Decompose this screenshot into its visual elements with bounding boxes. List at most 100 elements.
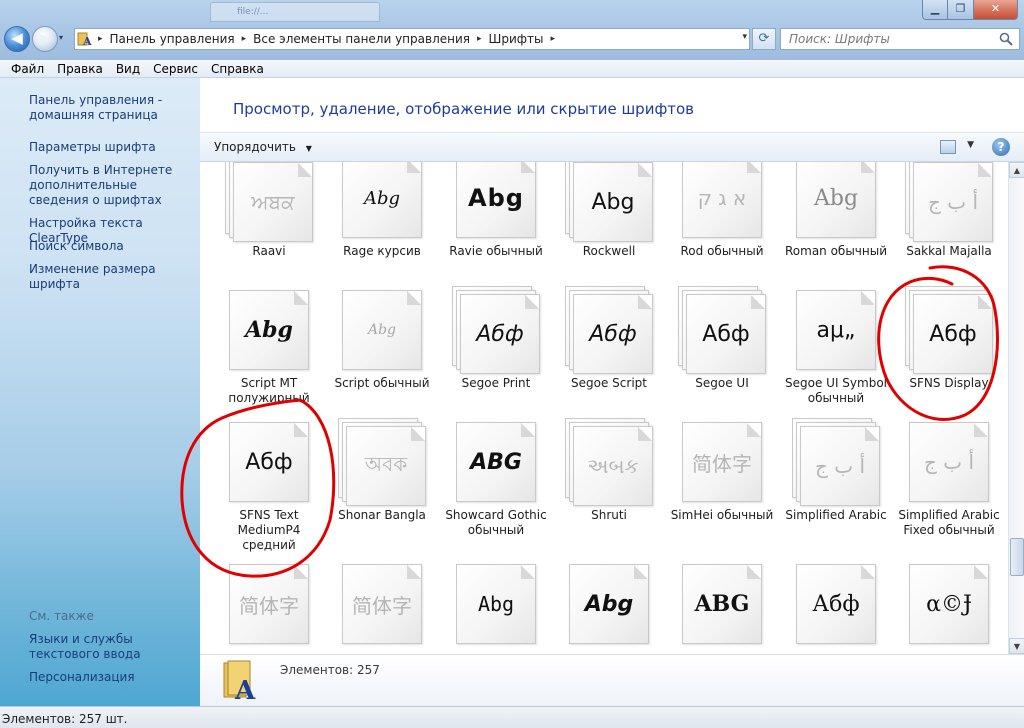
breadcrumb-control-panel[interactable]: Панель управления — [106, 32, 239, 46]
font-file-page: Abg — [342, 290, 422, 370]
font-item[interactable]: Абф Segoe Print — [441, 282, 551, 391]
font-item[interactable]: 简体字 SimHei обычный — [667, 414, 777, 523]
see-also-text-services[interactable]: Языки и службы текстового ввода — [29, 632, 195, 662]
font-item[interactable]: Abg Roman обычный — [781, 162, 891, 259]
font-item[interactable]: Abg Ravie обычный — [441, 162, 551, 259]
font-file-page: א ג ק — [682, 162, 762, 238]
address-history-dropdown[interactable]: ▾ — [742, 32, 747, 42]
font-sample-glyph: Абф — [812, 591, 860, 617]
font-sample-glyph: ABG — [694, 591, 750, 617]
font-name-label: Segoe UI Symbol обычный — [785, 376, 887, 405]
close-button[interactable]: ✕ — [974, 0, 1018, 20]
font-item[interactable]: Abg Rockwell — [554, 162, 664, 259]
task-control-panel-home[interactable]: Панель управления - домашняя страница — [29, 93, 195, 123]
maximize-button[interactable]: ❐ — [948, 0, 974, 20]
search-input[interactable]: Поиск: Шрифты — [780, 28, 1020, 50]
font-sample-glyph: 简体字 — [692, 451, 752, 476]
font-item[interactable]: 简体字 — [327, 556, 437, 650]
task-font-settings[interactable]: Параметры шрифта — [29, 140, 195, 155]
organize-button[interactable]: Упорядочить ▼ — [214, 140, 312, 154]
font-file-page: Abg — [569, 564, 649, 644]
scroll-up-arrow[interactable]: ▲ — [1009, 162, 1024, 178]
address-separator[interactable]: ▸ — [95, 34, 106, 44]
font-file-page: Абф — [229, 422, 309, 502]
font-item[interactable]: Абф Segoe UI — [667, 282, 777, 391]
font-item[interactable]: અબક Shruti — [554, 414, 664, 523]
refresh-button[interactable]: ⟳ — [752, 28, 776, 50]
font-item[interactable]: Абф Segoe Script — [554, 282, 664, 391]
font-item[interactable]: Абф SFNS Display — [894, 282, 1004, 391]
font-item[interactable]: Abg — [554, 556, 664, 650]
address-bar[interactable]: A ▸ Панель управления ▸ Все элементы пан… — [74, 28, 750, 50]
scroll-down-arrow[interactable]: ▼ — [1009, 638, 1024, 654]
font-name-label: Rage курсив — [343, 244, 421, 258]
menu-view[interactable]: Вид — [111, 62, 145, 76]
font-item[interactable]: Abg Script обычный — [327, 282, 437, 391]
change-view-button[interactable] — [940, 140, 956, 154]
breadcrumb-all-items[interactable]: Все элементы панели управления — [249, 32, 474, 46]
font-item[interactable]: ਅਬਕ Raavi — [214, 162, 324, 259]
font-item[interactable]: Abg Script MT полужирный — [214, 282, 324, 406]
font-item[interactable]: أ ب ج Simplified Arabic Fixed обычный — [894, 414, 1004, 538]
font-preview-icon: Abg — [221, 282, 317, 378]
font-preview-icon: Abg — [334, 162, 430, 246]
forward-button[interactable]: ▶ — [32, 26, 58, 52]
font-name-label: Segoe Print — [461, 376, 531, 390]
address-separator[interactable]: ▸ — [239, 34, 250, 44]
font-sample-glyph: অবক — [364, 451, 408, 476]
font-item[interactable]: অবক Shonar Bangla — [327, 414, 437, 523]
font-item[interactable]: α©Ɉ — [894, 556, 1004, 650]
font-sample-glyph: ਅਬਕ — [251, 190, 295, 214]
font-item[interactable]: أ ب ج Sakkal Majalla — [894, 162, 1004, 259]
menu-help[interactable]: Справка — [206, 62, 269, 76]
font-file-page: Abg — [796, 162, 876, 238]
task-find-character[interactable]: Поиск символа — [29, 239, 195, 254]
font-name-label: Segoe Script — [571, 376, 647, 390]
item-count: Элементов: 257 — [280, 663, 380, 677]
font-item[interactable]: ABG Showcard Gothic обычный — [441, 414, 551, 538]
font-item[interactable]: 简体字 — [214, 556, 324, 650]
font-file-page: ABG — [456, 422, 536, 502]
address-separator[interactable]: ▸ — [474, 34, 485, 44]
font-name-label: SFNS Text MediumP4 средний — [237, 508, 301, 552]
font-name-label: Simplified Arabic — [785, 508, 887, 522]
search-icon[interactable] — [999, 32, 1013, 46]
font-item[interactable]: Abg — [441, 556, 551, 650]
font-preview-icon: Abg — [561, 556, 657, 652]
address-separator[interactable]: ▸ — [548, 34, 559, 44]
scroll-thumb[interactable] — [1010, 538, 1024, 576]
font-file-page: ਅਬਕ — [233, 162, 313, 242]
font-item[interactable]: أ ب ج Simplified Arabic — [781, 414, 891, 523]
font-name-label: Simplified Arabic Fixed обычный — [898, 508, 1000, 537]
menu-edit[interactable]: Правка — [52, 62, 108, 76]
font-item[interactable]: א ג ק Rod обычный — [667, 162, 777, 259]
breadcrumb-fonts[interactable]: Шрифты — [485, 32, 548, 46]
see-also-personalization[interactable]: Персонализация — [29, 670, 195, 685]
details-pane: A Элементов: 257 — [200, 654, 1024, 706]
menu-tools[interactable]: Сервис — [148, 62, 203, 76]
task-change-font-size[interactable]: Изменение размера шрифта — [29, 262, 195, 292]
font-item[interactable]: ABG — [667, 556, 777, 650]
font-sample-glyph: Абф — [476, 321, 524, 347]
font-sample-glyph: Abg — [245, 317, 293, 343]
task-get-more-fonts-online[interactable]: Получить в Интернете дополнительные свед… — [29, 163, 195, 208]
font-preview-icon: Абф — [448, 282, 544, 378]
font-file-page: Abg — [456, 564, 536, 644]
minimize-button[interactable]: ▁ — [922, 0, 948, 20]
font-sample-glyph: α©Ɉ — [926, 591, 972, 617]
font-item[interactable]: Abg Rage курсив — [327, 162, 437, 259]
help-button[interactable]: ? — [992, 138, 1010, 156]
view-options-dropdown[interactable]: ▼ — [967, 140, 974, 150]
back-button[interactable]: ◀ — [4, 26, 30, 52]
font-item[interactable]: Абф — [781, 556, 891, 650]
font-item[interactable]: Абф SFNS Text MediumP4 средний — [214, 414, 324, 553]
search-placeholder: Поиск: Шрифты — [789, 32, 890, 46]
font-item[interactable]: aμ„ Segoe UI Symbol обычный — [781, 282, 891, 406]
font-file-page: 简体字 — [229, 564, 309, 644]
font-name-label: Raavi — [252, 244, 286, 258]
recent-pages-dropdown[interactable]: ▾ — [59, 33, 69, 45]
menu-file[interactable]: Файл — [6, 62, 49, 76]
chevron-down-icon: ▼ — [305, 144, 312, 153]
vertical-scrollbar[interactable]: ▲ ▼ — [1008, 162, 1024, 654]
font-preview-icon: অবক — [334, 414, 430, 510]
